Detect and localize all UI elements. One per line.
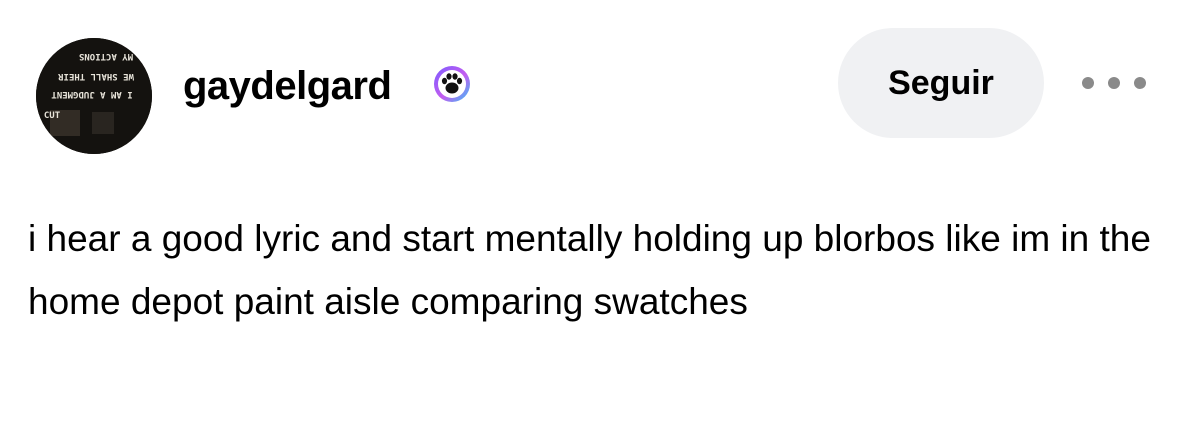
more-dot [1134,77,1146,89]
paw-badge-icon[interactable] [432,64,472,104]
avatar-caption-line: WE SHALL THEIR [57,71,133,81]
paw-badge-graphic [434,66,470,102]
avatar-caption-line: CUT [44,111,61,121]
avatar-caption-line: I AM A JUDGMENT [51,89,133,99]
follow-button[interactable]: Seguir [838,28,1044,138]
more-options-icon[interactable] [1082,66,1146,100]
post-text: i hear a good lyric and start mentally h… [28,218,1151,322]
avatar-caption-line: MY ACTIONS [79,51,133,61]
username[interactable]: gaydelgard [183,62,392,110]
avatar-image: MY ACTIONS WE SHALL THEIR I AM A JUDGMEN… [36,38,152,154]
post-header: MY ACTIONS WE SHALL THEIR I AM A JUDGMEN… [28,26,1178,154]
more-dot [1108,77,1120,89]
user-avatar[interactable]: MY ACTIONS WE SHALL THEIR I AM A JUDGMEN… [36,38,152,154]
more-dot [1082,77,1094,89]
